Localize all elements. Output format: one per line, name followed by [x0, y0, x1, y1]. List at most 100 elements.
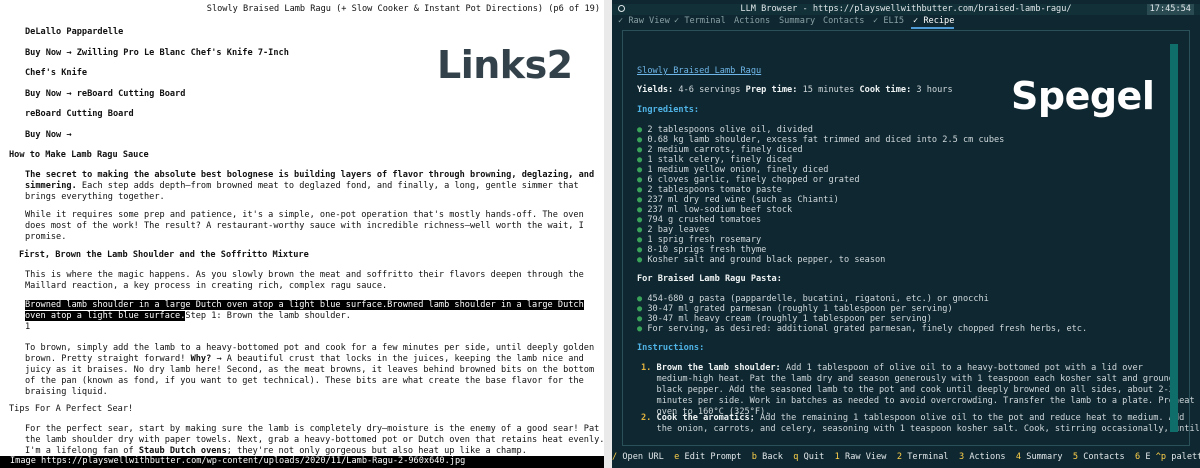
bullet-icon: ●: [637, 255, 648, 265]
text: To brown, simply add the lamb to a heavy…: [25, 343, 595, 353]
links2-pane: Slowly Braised Lamb Ragu (+ Slow Cooker …: [0, 0, 604, 468]
window-title: LLM Browser - https://playswellwithbutte…: [740, 4, 1072, 14]
yields-value: 4-6 servings: [673, 85, 746, 95]
tab-actions[interactable]: Actions: [734, 16, 770, 27]
step-title: Brown the lamb shoulder:: [656, 363, 781, 373]
pasta-text: 454-680 g pasta (pappardelle, bucatini, …: [647, 294, 989, 304]
title-bar: LLM Browser - https://playswellwithbutte…: [612, 4, 1200, 15]
hint-raw-view[interactable]: Raw View: [845, 452, 886, 462]
instructions-heading: Instructions:: [637, 343, 705, 353]
selected-alt-text[interactable]: Browned lamb shoulder in a large Dutch o…: [25, 300, 584, 310]
hint-eli5[interactable]: E: [1145, 452, 1150, 462]
bullet-icon: ●: [637, 235, 648, 245]
text: This is where the magic happens. As you …: [25, 270, 584, 280]
bullet-icon: ●: [637, 175, 648, 185]
staub-link[interactable]: Staub Dutch ovens: [139, 446, 227, 456]
bullet-icon: ●: [637, 294, 648, 304]
link-cutting-board[interactable]: reBoard Cutting Board: [25, 109, 134, 120]
selected-alt-text[interactable]: oven atop a light blue surface.: [25, 311, 186, 321]
bullet-icon: ●: [637, 225, 648, 235]
bullet-icon: ●: [637, 195, 648, 205]
link-buy-cutting-board[interactable]: Buy Now → reBoard Cutting Board: [25, 89, 185, 100]
key-hints-bar: / Open URL e Edit Prompt b Back q Quit 1…: [612, 452, 1200, 464]
step-number: 1: [25, 322, 31, 332]
text: While it requires some prep and patience…: [25, 210, 584, 220]
tab-summary[interactable]: Summary: [779, 16, 815, 27]
bullet-icon: ●: [637, 155, 648, 165]
ingredient-text: 237 ml low-sodium beef stock: [647, 205, 793, 215]
heading-how-to: How to Make Lamb Ragu Sauce: [9, 150, 149, 160]
hint-terminal[interactable]: Terminal: [907, 452, 948, 462]
link-buy-now[interactable]: Buy Now →: [25, 130, 72, 141]
text: Each step adds depth—from browned meat t…: [76, 181, 579, 191]
tab-raw-view[interactable]: ✓ Raw View: [618, 16, 670, 27]
hint-key: 1: [834, 452, 840, 462]
hint-actions[interactable]: Actions: [969, 452, 1005, 462]
tab-eli5[interactable]: ✓ ELI5: [873, 16, 904, 27]
cook-value: 3 hours: [911, 85, 953, 95]
recipe-meta: Yields: 4-6 servings Prep time: 15 minut…: [637, 85, 953, 96]
ingredient-text: 1 sprig fresh rosemary: [647, 235, 762, 245]
ingredient-text: 2 tablespoons olive oil, divided: [647, 125, 813, 135]
tab-terminal[interactable]: ✓ Terminal: [674, 16, 726, 27]
recipe-title-link[interactable]: Slowly Braised Lamb Ragu: [637, 66, 761, 77]
hint-palette[interactable]: palette: [1171, 452, 1200, 462]
hint-open-url[interactable]: Open URL: [622, 452, 663, 462]
hint-contacts[interactable]: Contacts: [1083, 452, 1124, 462]
instruction-step-1: 1. Brown the lamb shoulder: Add 1 tables…: [641, 363, 1195, 418]
watermark-links2: Links2: [437, 43, 573, 87]
yields-label: Yields:: [637, 85, 674, 95]
hint-key: 4: [1015, 452, 1022, 462]
hint-key: 6: [1135, 452, 1141, 462]
text: juicy as it braises. No dry lamb here! S…: [25, 365, 595, 375]
paragraph-tips: For the perfect sear, start by making su…: [25, 424, 604, 457]
scrollbar-thumb[interactable]: [1170, 44, 1178, 432]
link-delallo-pappardelle[interactable]: DeLallo Pappardelle: [25, 27, 123, 38]
paragraph-secret: The secret to making the absolute best b…: [25, 170, 594, 203]
tab-recipe[interactable]: ✓ Recipe: [913, 16, 954, 27]
text: For the perfect sear, start by making su…: [25, 424, 600, 434]
text: brings everything together.: [25, 192, 165, 202]
hint-key: 5: [1072, 452, 1079, 462]
spegel-pane: LLM Browser - https://playswellwithbutte…: [612, 0, 1200, 468]
image-alt-selection[interactable]: Browned lamb shoulder in a large Dutch o…: [25, 300, 585, 333]
hint-back[interactable]: Back: [762, 452, 783, 462]
heading-tips: Tips For A Perfect Sear!: [9, 404, 134, 414]
screenshot-root: Slowly Braised Lamb Ragu (+ Slow Cooker …: [0, 0, 1200, 468]
tab-contacts[interactable]: Contacts: [823, 16, 864, 27]
pasta-text: 30-47 ml heavy cream (roughly 1 tablespo…: [647, 314, 932, 324]
hint-edit-prompt[interactable]: Edit Prompt: [685, 452, 742, 462]
bullet-icon: ●: [637, 314, 648, 324]
bullet-icon: ●: [637, 324, 648, 334]
ingredient-text: 237 ml dry red wine (such as Chianti): [647, 195, 839, 205]
text: → A beautiful crust that locks in the ju…: [211, 354, 584, 364]
step-text: medium-high heat. Pat the lamb dry and s…: [656, 374, 1174, 384]
hint-key: b: [751, 452, 757, 462]
link-chefs-knife[interactable]: Chef's Knife: [25, 68, 87, 79]
step-text: the onion, carrots, and celery, seasonin…: [656, 424, 1200, 434]
ingredient-text: 0.68 kg lamb shoulder, excess fat trimme…: [647, 135, 1005, 145]
text: braising liquid.: [25, 387, 108, 397]
bullet-icon: ●: [637, 125, 648, 135]
prep-value: 15 minutes: [797, 85, 860, 95]
heading-first-brown: First, Brown the Lamb Shoulder and the S…: [19, 250, 309, 260]
bullet-icon: ●: [637, 165, 648, 175]
ingredient-text: 8-10 sprigs fresh thyme: [647, 245, 767, 255]
hint-summary[interactable]: Summary: [1026, 452, 1062, 462]
link-buy-knife[interactable]: Buy Now → Zwilling Pro Le Blanc Chef's K…: [25, 48, 289, 59]
hint-key: e: [674, 452, 680, 462]
step-text: Add 1 tablespoon of olive oil to a heavy…: [780, 363, 1143, 373]
ingredient-text: Kosher salt and ground black pepper, to …: [647, 255, 886, 265]
hint-key: ^p: [1155, 452, 1167, 462]
tab-bar: ✓ Raw View ✓ Terminal Actions Summary Co…: [612, 16, 1200, 29]
text: does most of the work! The result? A res…: [25, 221, 584, 231]
clock: 17:45:54: [1146, 4, 1194, 15]
bullet-icon: ●: [637, 145, 648, 155]
hint-quit[interactable]: Quit: [804, 452, 825, 462]
bold-text: simmering.: [25, 181, 77, 191]
pasta-text: For serving, as desired: additional grat…: [647, 324, 1088, 334]
pane-divider: [604, 0, 612, 468]
bullet-icon: ●: [637, 304, 648, 314]
step-text: minutes per side. Work in batches as nee…: [656, 396, 1195, 406]
list-item: ● Kosher salt and ground black pepper, t…: [637, 255, 885, 266]
